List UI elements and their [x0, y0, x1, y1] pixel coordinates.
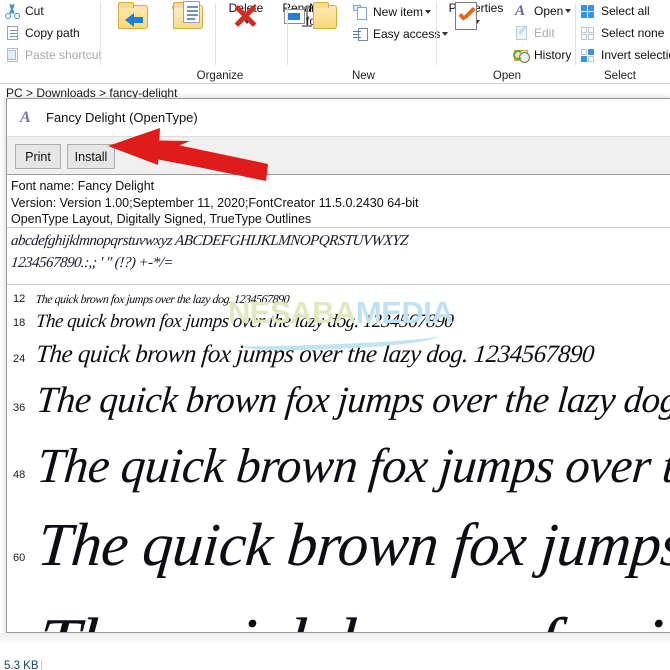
install-button[interactable]: Install: [67, 144, 115, 169]
ribbon-group-organize: Move to Copy to De: [104, 0, 328, 84]
ribbon-divider-1: [100, 3, 101, 65]
file-explorer-window: Cut Copy path Paste shortcut Move to: [0, 0, 670, 670]
ribbon-group-caption-select: Select: [604, 70, 636, 82]
sample-row-36: 36 The quick brown fox jumps over the la…: [7, 380, 670, 429]
ribbon-group-open: Properties A Open Edit History Op: [439, 0, 575, 84]
ribbon-command-cut-label: Cut: [25, 4, 44, 18]
ribbon-command-open[interactable]: A Open: [513, 1, 572, 21]
sample-size-12: 12: [13, 293, 26, 305]
sample-row-72: 72 The quick brown fox jumps over the la…: [7, 603, 670, 632]
chevron-down-icon[interactable]: [565, 9, 572, 13]
ribbon-toolbar: Cut Copy path Paste shortcut Move to: [0, 0, 670, 84]
ribbon-command-history-label: History: [534, 48, 572, 62]
font-preview-toolbar: Print Install: [7, 136, 670, 175]
sample-row-48: 48 The quick brown fox jumps over the la…: [7, 438, 670, 503]
ribbon-command-invert-selection[interactable]: Invert selection: [580, 45, 670, 65]
ribbon-divider-2: [287, 3, 288, 65]
ribbon-group-caption-new: New: [351, 70, 375, 82]
ribbon-command-history[interactable]: History: [513, 45, 571, 65]
ribbon-command-select-all[interactable]: Select all: [580, 1, 650, 21]
status-bar-size: 5.3 KB: [4, 660, 39, 670]
divider-top: [7, 227, 670, 228]
ribbon-command-new-item[interactable]: New item: [352, 2, 432, 22]
ribbon-command-properties[interactable]: Properties: [441, 2, 511, 30]
open-font-icon: A: [515, 2, 526, 19]
sample-size-24: 24: [13, 353, 26, 365]
ribbon-command-cut[interactable]: Cut: [4, 1, 44, 21]
ribbon-command-easy-access[interactable]: Easy access: [352, 24, 449, 44]
edit-icon: [513, 24, 530, 42]
font-preview-window: A Fancy Delight (OpenType) Print Install…: [6, 98, 670, 633]
sample-size-36: 36: [13, 402, 26, 414]
font-metadata: Font name: Fancy Delight Version: Versio…: [7, 176, 670, 226]
invert-selection-icon: [580, 47, 597, 64]
ribbon-command-copy-path[interactable]: Copy path: [4, 23, 80, 43]
ribbon-command-copy-to[interactable]: Copy to: [160, 1, 212, 29]
copy-path-icon: [4, 25, 21, 42]
sample-text-72: The quick brown fox jumps over the lazy …: [35, 602, 670, 632]
sample-row-60: 60 The quick brown fox jumps over the la…: [7, 512, 670, 593]
ribbon-command-open-label: Open: [534, 4, 564, 18]
new-item-icon: [352, 4, 369, 21]
sample-text-18: The quick brown fox jumps over the lazy …: [35, 311, 455, 332]
history-icon: [513, 47, 530, 64]
font-size-samples: 12 The quick brown fox jumps over the la…: [7, 285, 670, 632]
ribbon-group-new: New folder New item Easy access New: [290, 0, 449, 84]
sample-size-18: 18: [13, 317, 26, 329]
ribbon-group-caption-open: Open: [492, 70, 522, 82]
ribbon-group-select: Select all Select none Invert selection …: [578, 0, 670, 84]
ribbon-command-select-none[interactable]: Select none: [580, 23, 664, 43]
print-button[interactable]: Print: [15, 144, 61, 169]
charset-line-numerals: 1234567890.:,; ' " (!?) +-*/=: [10, 255, 174, 271]
sample-row-24: 24 The quick brown fox jumps over the la…: [7, 341, 670, 375]
ribbon-command-paste-shortcut-label: Paste shortcut: [25, 48, 102, 62]
ribbon-command-move-to[interactable]: Move to: [106, 2, 158, 29]
sample-size-60: 60: [13, 552, 26, 564]
ribbon-command-paste-shortcut: Paste shortcut: [4, 45, 102, 65]
sample-text-36: The quick brown fox jumps over the lazy …: [35, 380, 670, 421]
sample-text-60: The quick brown fox jumps over the lazy …: [35, 512, 670, 579]
ribbon-command-invert-selection-label: Invert selection: [601, 48, 670, 62]
ribbon-command-select-all-label: Select all: [601, 4, 650, 18]
font-version-line: Version: Version 1.00;September 11, 2020…: [11, 195, 419, 210]
ribbon-command-edit-label: Edit: [534, 26, 555, 40]
sample-row-12: 12 The quick brown fox jumps over the la…: [7, 289, 670, 309]
font-layout-line: OpenType Layout, Digitally Signed, TrueT…: [11, 212, 312, 226]
font-preview-title: Fancy Delight (OpenType): [46, 110, 198, 125]
scissors-icon: [4, 3, 21, 20]
sample-row-18: 18 The quick brown fox jumps over the la…: [7, 310, 670, 338]
ribbon-command-copy-path-label: Copy path: [25, 26, 80, 40]
sample-text-48: The quick brown fox jumps over the lazy …: [35, 438, 670, 493]
sample-size-48: 48: [13, 469, 26, 481]
font-file-icon: A: [20, 108, 31, 126]
status-bar: [0, 633, 670, 670]
sample-text-12: The quick brown fox jumps over the lazy …: [35, 292, 290, 306]
easy-access-icon: [352, 26, 369, 43]
ribbon-command-select-none-label: Select none: [601, 26, 665, 40]
select-all-icon: [580, 3, 597, 20]
ribbon-divider-3: [436, 3, 437, 65]
ribbon-command-new-folder[interactable]: New folder: [294, 2, 348, 29]
chevron-down-icon[interactable]: [425, 10, 432, 14]
paste-shortcut-icon: [4, 47, 21, 64]
status-bar-divider: [41, 660, 42, 670]
character-set-preview: abcdefghijklmnopqrstuvwxyz ABCDEFGHIJKLM…: [10, 230, 661, 280]
font-name-line: Font name: Fancy Delight: [11, 179, 155, 193]
status-bar-shading: [0, 633, 670, 645]
ribbon-command-new-item-label: New item: [373, 5, 424, 19]
ribbon-command-edit: Edit: [513, 23, 555, 43]
ribbon-divider-4: [575, 3, 576, 65]
sample-text-24: The quick brown fox jumps over the lazy …: [35, 341, 596, 368]
font-preview-titlebar: A Fancy Delight (OpenType): [7, 99, 670, 136]
ribbon-command-easy-access-label: Easy access: [373, 27, 441, 41]
select-none-icon: [580, 25, 597, 42]
charset-line-alphabet: abcdefghijklmnopqrstuvwxyz ABCDEFGHIJKLM…: [10, 233, 409, 249]
ribbon-command-delete[interactable]: Delete: [218, 2, 274, 28]
